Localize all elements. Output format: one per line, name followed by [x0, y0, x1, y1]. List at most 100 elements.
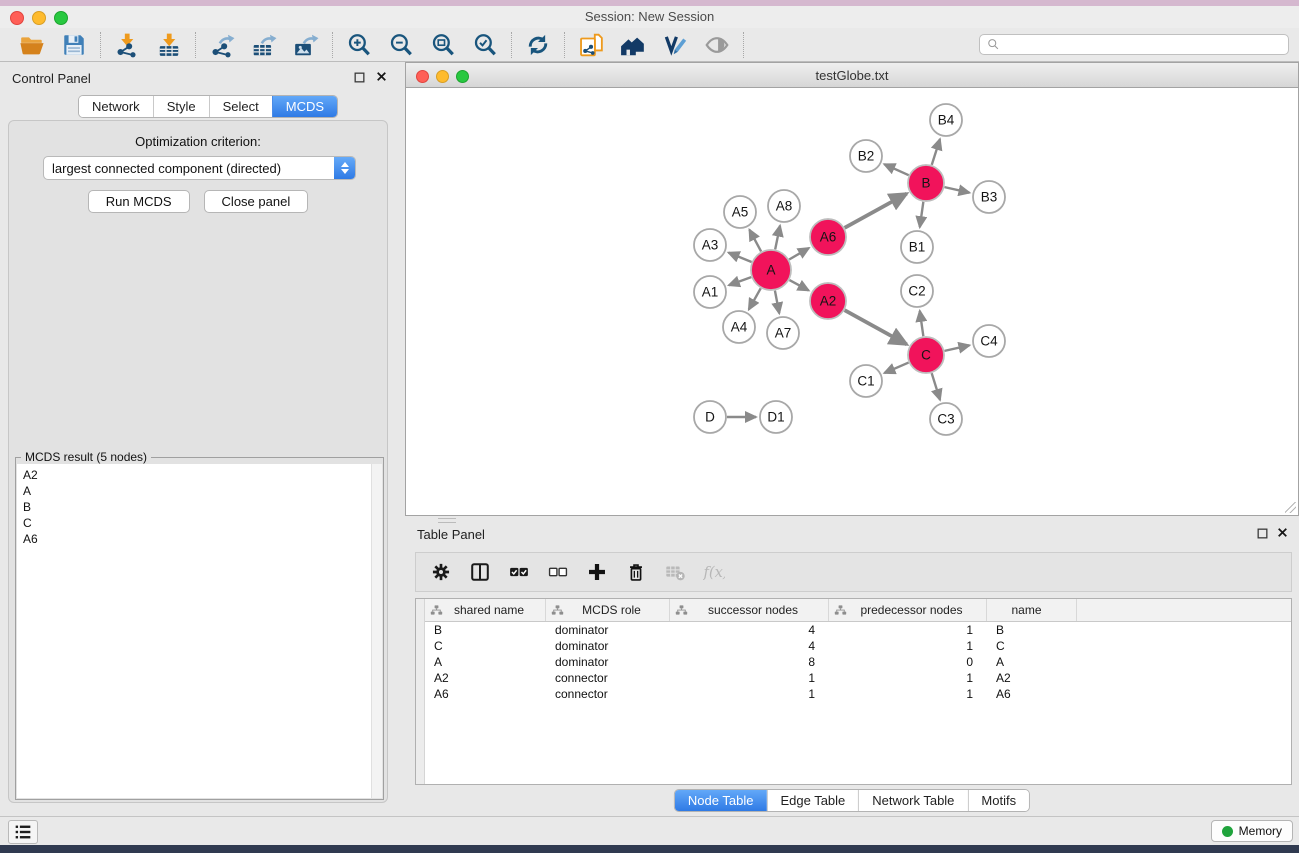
new-network-from-selection-icon[interactable]	[578, 32, 604, 58]
search-field[interactable]	[979, 34, 1289, 55]
graph-edge-A-A6[interactable]	[789, 248, 809, 259]
result-item[interactable]: A	[23, 483, 372, 499]
table-cell: A6	[425, 686, 546, 702]
result-item[interactable]: A6	[23, 531, 372, 547]
tab-select[interactable]: Select	[209, 96, 272, 117]
column-tree-icon	[675, 604, 688, 617]
mcds-result-list[interactable]: A2ABCA6	[17, 464, 372, 798]
graph-node-label-C3: C3	[937, 412, 954, 427]
graph-edge-A2-C[interactable]	[845, 310, 907, 344]
zoom-out-icon[interactable]	[388, 32, 414, 58]
graph-node-label-B3: B3	[981, 190, 998, 205]
export-image-icon[interactable]	[293, 32, 319, 58]
graph-edge-A-A8[interactable]	[775, 226, 780, 250]
table-row[interactable]: A6connector11A6	[425, 686, 1291, 702]
zoom-fit-icon[interactable]	[430, 32, 456, 58]
graph-edge-C-C1[interactable]	[884, 363, 908, 373]
search-input[interactable]	[1005, 37, 1282, 53]
column-header-predecessor-nodes[interactable]: predecessor nodes	[829, 599, 987, 621]
graph-edge-B-B2[interactable]	[884, 164, 908, 175]
graph-edge-A-A2[interactable]	[789, 280, 808, 290]
graph-edge-A-A7[interactable]	[775, 291, 779, 314]
graph-edge-A-A3[interactable]	[729, 253, 752, 262]
graph-edge-C-C4[interactable]	[945, 345, 970, 351]
graph-edge-B-B3[interactable]	[945, 187, 970, 193]
result-scrollbar[interactable]	[371, 464, 382, 798]
column-header-mcds-role[interactable]: MCDS role	[546, 599, 670, 621]
result-item[interactable]: B	[23, 499, 372, 515]
table-tab-network-table[interactable]: Network Table	[858, 790, 967, 811]
network-window-titlebar[interactable]: testGlobe.txt	[405, 62, 1299, 88]
graph-edge-C-C3[interactable]	[932, 373, 940, 400]
create-column-icon[interactable]	[586, 561, 608, 583]
table-scrollbar[interactable]	[416, 599, 425, 784]
close-panel-button[interactable]: Close panel	[204, 190, 309, 213]
export-table-icon[interactable]	[251, 32, 277, 58]
open-session-icon[interactable]	[19, 32, 45, 58]
tab-style[interactable]: Style	[153, 96, 209, 117]
network-canvas[interactable]: AA1A2A3A4A5A6A7A8BB1B2B3B4CC1C2C3C4DD1	[405, 88, 1299, 516]
table-tab-edge-table[interactable]: Edge Table	[766, 790, 858, 811]
criterion-dropdown-value: largest connected component (directed)	[44, 161, 334, 176]
column-header-successor-nodes[interactable]: successor nodes	[670, 599, 829, 621]
tab-mcds[interactable]: MCDS	[272, 96, 337, 117]
table-cell: A	[425, 654, 546, 670]
graph-edge-C-C2[interactable]	[920, 311, 924, 336]
export-network-icon[interactable]	[209, 32, 235, 58]
run-mcds-button[interactable]: Run MCDS	[88, 190, 190, 213]
split-table-icon[interactable]	[469, 561, 491, 583]
task-history-button[interactable]	[8, 820, 38, 844]
float-table-panel-icon[interactable]	[1256, 527, 1269, 540]
memory-button[interactable]: Memory	[1211, 820, 1293, 842]
table-cell: 0	[829, 654, 987, 670]
float-panel-icon[interactable]	[353, 71, 366, 84]
graph-edge-A-A4[interactable]	[749, 288, 761, 309]
home-icon[interactable]	[620, 32, 646, 58]
graph-edge-B-B1[interactable]	[920, 202, 924, 227]
close-panel-icon[interactable]	[375, 70, 388, 83]
column-settings-icon[interactable]	[430, 561, 452, 583]
annotate-icon[interactable]	[662, 32, 688, 58]
control-panel: Control Panel NetworkStyleSelectMCDS Opt…	[0, 62, 400, 816]
graph-node-label-C1: C1	[857, 374, 874, 389]
zoom-selected-icon[interactable]	[472, 32, 498, 58]
select-all-icon[interactable]	[508, 561, 530, 583]
delete-column-icon[interactable]	[625, 561, 647, 583]
graph-edge-A-A5[interactable]	[749, 230, 761, 252]
show-details-icon[interactable]	[704, 32, 730, 58]
column-tree-icon	[551, 604, 564, 617]
graph-node-label-D1: D1	[767, 410, 784, 425]
table-tab-motifs[interactable]: Motifs	[967, 790, 1029, 811]
table-row[interactable]: A2connector11A2	[425, 670, 1291, 686]
network-graph[interactable]: AA1A2A3A4A5A6A7A8BB1B2B3B4CC1C2C3C4DD1	[406, 88, 1298, 514]
zoom-in-icon[interactable]	[346, 32, 372, 58]
table-row[interactable]: Cdominator41C	[425, 638, 1291, 654]
table-cell: C	[987, 638, 1077, 654]
import-network-icon[interactable]	[114, 32, 140, 58]
graph-edge-A-A1[interactable]	[729, 277, 751, 285]
workspace: Control Panel NetworkStyleSelectMCDS Opt…	[0, 62, 1299, 816]
column-header-shared-name[interactable]: shared name	[425, 599, 546, 621]
criterion-dropdown[interactable]: largest connected component (directed)	[43, 156, 356, 180]
apply-layout-icon[interactable]	[525, 32, 551, 58]
table-cell: 1	[829, 686, 987, 702]
graph-node-label-A8: A8	[776, 199, 793, 214]
toolbar-group	[512, 32, 565, 58]
table-tab-node-table[interactable]: Node Table	[675, 790, 767, 811]
save-session-icon[interactable]	[61, 32, 87, 58]
table-row[interactable]: Bdominator41B	[425, 622, 1291, 638]
tab-network[interactable]: Network	[79, 96, 153, 117]
table-cell: connector	[546, 686, 670, 702]
graph-node-label-C2: C2	[908, 284, 925, 299]
graph-edge-B-B4[interactable]	[932, 139, 940, 165]
result-item[interactable]: C	[23, 515, 372, 531]
graph-node-label-A3: A3	[702, 238, 719, 253]
graph-edge-A6-B[interactable]	[845, 194, 907, 228]
resize-grip-icon[interactable]	[1285, 502, 1296, 513]
deselect-all-icon[interactable]	[547, 561, 569, 583]
import-table-icon[interactable]	[156, 32, 182, 58]
table-row[interactable]: Adominator80A	[425, 654, 1291, 670]
result-item[interactable]: A2	[23, 467, 372, 483]
column-header-name[interactable]: name	[987, 599, 1077, 621]
close-table-panel-icon[interactable]	[1276, 526, 1289, 539]
